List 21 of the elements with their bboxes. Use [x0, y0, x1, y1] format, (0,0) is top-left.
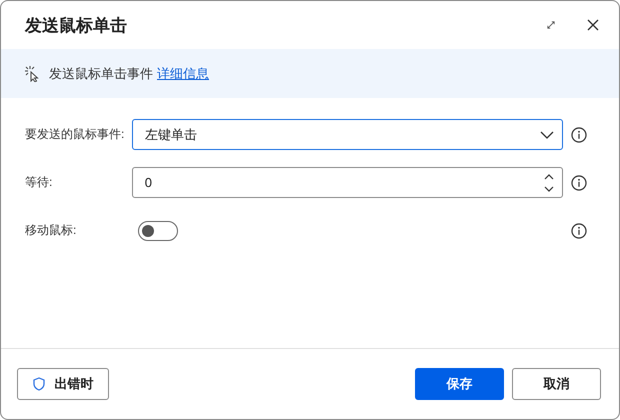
window-title: 发送鼠标单击 — [25, 14, 128, 36]
on-error-button[interactable]: 出错时 — [17, 368, 109, 400]
info-icon[interactable] — [571, 222, 587, 238]
info-icon[interactable] — [571, 174, 587, 190]
save-button[interactable]: 保存 — [415, 368, 504, 400]
info-icon[interactable] — [571, 126, 587, 142]
chevron-down-icon — [540, 130, 554, 138]
cancel-button[interactable]: 取消 — [512, 368, 601, 400]
expand-icon — [547, 21, 555, 29]
shield-icon — [32, 377, 44, 391]
click-cursor-icon — [25, 66, 39, 82]
dropdown-field[interactable]: 左键单击 — [132, 119, 563, 150]
field-label: 等待: — [25, 174, 54, 191]
info-text: 发送鼠标单击事件 — [49, 64, 153, 82]
field-label: 移动鼠标: — [25, 222, 78, 239]
field-label: 要发送的鼠标事件: — [25, 126, 126, 143]
number-field[interactable]: 0 — [132, 167, 563, 198]
details-link[interactable]: 详细信息 — [157, 64, 209, 82]
toggle-switch[interactable] — [138, 220, 178, 240]
close-icon — [587, 19, 599, 31]
spinner-icon[interactable] — [544, 172, 554, 192]
